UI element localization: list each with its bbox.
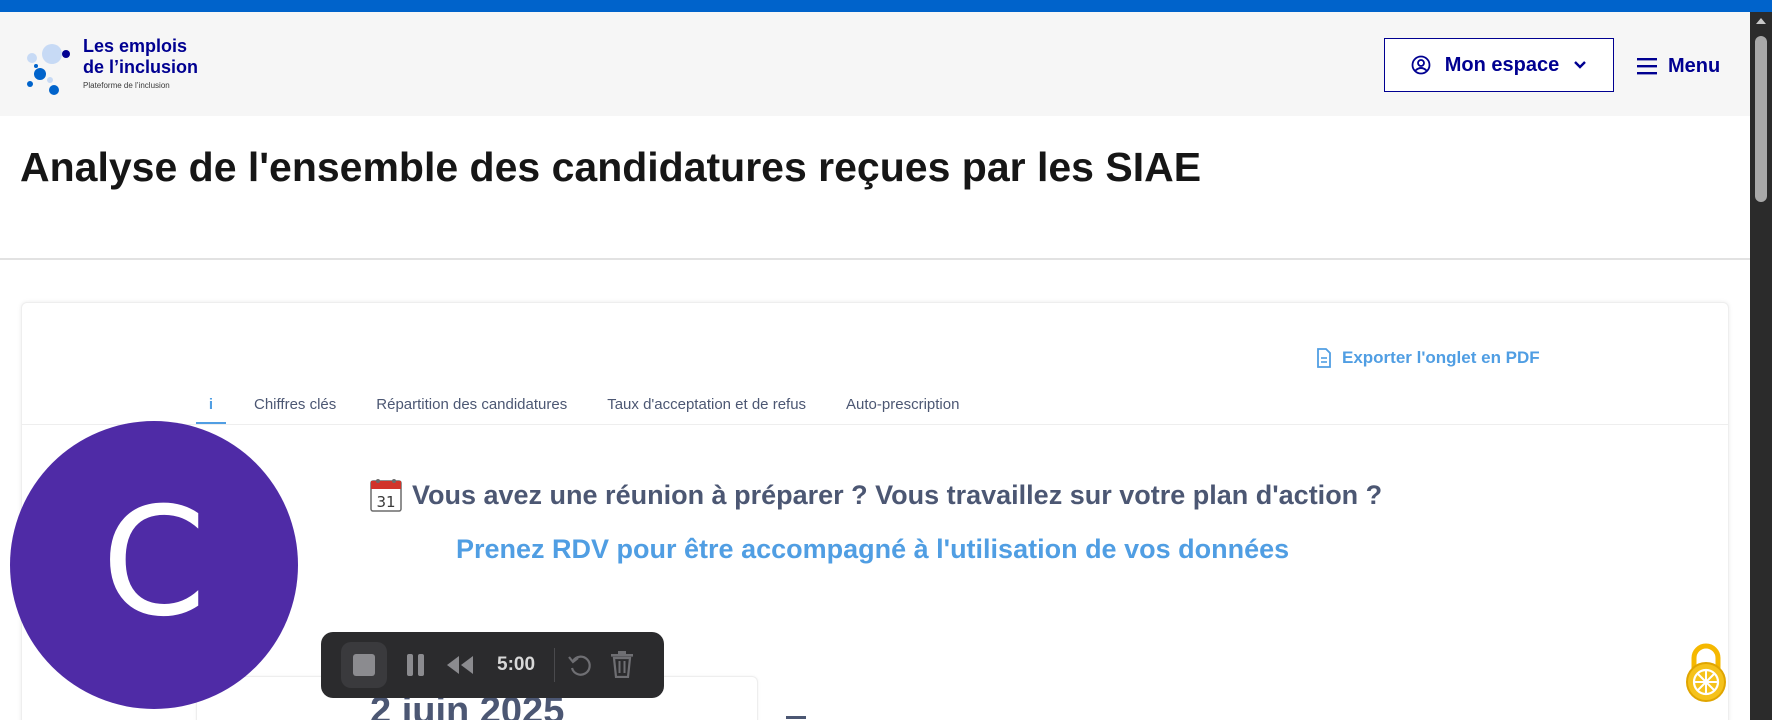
logo-text: Les emplois de l’inclusion Plateforme de… bbox=[83, 36, 198, 90]
page: Les emplois de l’inclusion Plateforme de… bbox=[0, 0, 1772, 720]
lock-icon[interactable] bbox=[1682, 638, 1730, 704]
tab-info[interactable]: i bbox=[196, 393, 226, 425]
title-divider bbox=[0, 258, 1750, 260]
export-pdf-label: Exporter l'onglet en PDF bbox=[1342, 348, 1540, 367]
scroll-up-arrow-icon[interactable] bbox=[1750, 12, 1772, 30]
rdv-link[interactable]: Prenez RDV pour être accompagné à l'util… bbox=[456, 534, 1289, 565]
tab-repartition[interactable]: Répartition des candidatures bbox=[376, 393, 567, 425]
mon-espace-button[interactable]: Mon espace bbox=[1384, 38, 1614, 92]
stop-recording-button[interactable] bbox=[341, 642, 387, 688]
export-pdf-link[interactable]: Exporter l'onglet en PDF bbox=[1316, 348, 1540, 368]
chevron-down-icon bbox=[1574, 61, 1587, 69]
meeting-text: Vous avez une réunion à préparer ? Vous … bbox=[412, 479, 1383, 510]
mon-espace-label: Mon espace bbox=[1444, 53, 1560, 76]
stop-icon bbox=[353, 654, 375, 676]
recording-toolbar: 5:00 bbox=[321, 632, 664, 698]
page-title: Analyse de l'ensemble des candidatures r… bbox=[20, 144, 1202, 190]
tabs-divider bbox=[22, 424, 1728, 425]
scroll-thumb[interactable] bbox=[1755, 36, 1767, 202]
site-header: Les emplois de l’inclusion Plateforme de… bbox=[0, 12, 1750, 116]
logo-subtitle: Plateforme de l’inclusion bbox=[83, 81, 170, 90]
logo-dots-icon bbox=[27, 44, 70, 95]
small-dash bbox=[786, 716, 806, 719]
toolbar-separator bbox=[554, 648, 555, 682]
rewind-icon[interactable] bbox=[445, 652, 475, 678]
logo-line1: Les emplois bbox=[83, 36, 188, 56]
avatar-letter: C bbox=[101, 476, 207, 650]
restart-icon[interactable] bbox=[567, 652, 593, 678]
hamburger-icon bbox=[1637, 58, 1657, 75]
site-logo[interactable]: Les emplois de l’inclusion Plateforme de… bbox=[24, 36, 224, 106]
vertical-scrollbar[interactable] bbox=[1750, 12, 1772, 720]
pause-icon[interactable] bbox=[403, 652, 429, 678]
dashboard-tabs: i Chiffres clés Répartition des candidat… bbox=[196, 393, 999, 425]
recording-timer: 5:00 bbox=[497, 654, 536, 675]
top-stripe bbox=[0, 0, 1772, 12]
menu-label: Menu bbox=[1668, 54, 1721, 77]
trash-icon[interactable] bbox=[609, 650, 635, 678]
tab-auto-prescription[interactable]: Auto-prescription bbox=[846, 393, 959, 425]
webcam-avatar: C bbox=[10, 421, 298, 709]
calendar-day: 31 bbox=[376, 493, 395, 511]
calendar-icon: 31 bbox=[370, 479, 402, 512]
tab-taux-acceptation[interactable]: Taux d'acceptation et de refus bbox=[607, 393, 806, 425]
document-icon bbox=[1317, 348, 1331, 368]
logo-line2: de l’inclusion bbox=[83, 57, 199, 77]
user-circle-icon bbox=[1411, 55, 1431, 75]
tab-chiffres-cles[interactable]: Chiffres clés bbox=[254, 393, 336, 425]
meeting-prompt: 31 Vous avez une réunion à préparer ? Vo… bbox=[370, 478, 1382, 512]
menu-button[interactable]: Menu bbox=[1636, 46, 1720, 86]
